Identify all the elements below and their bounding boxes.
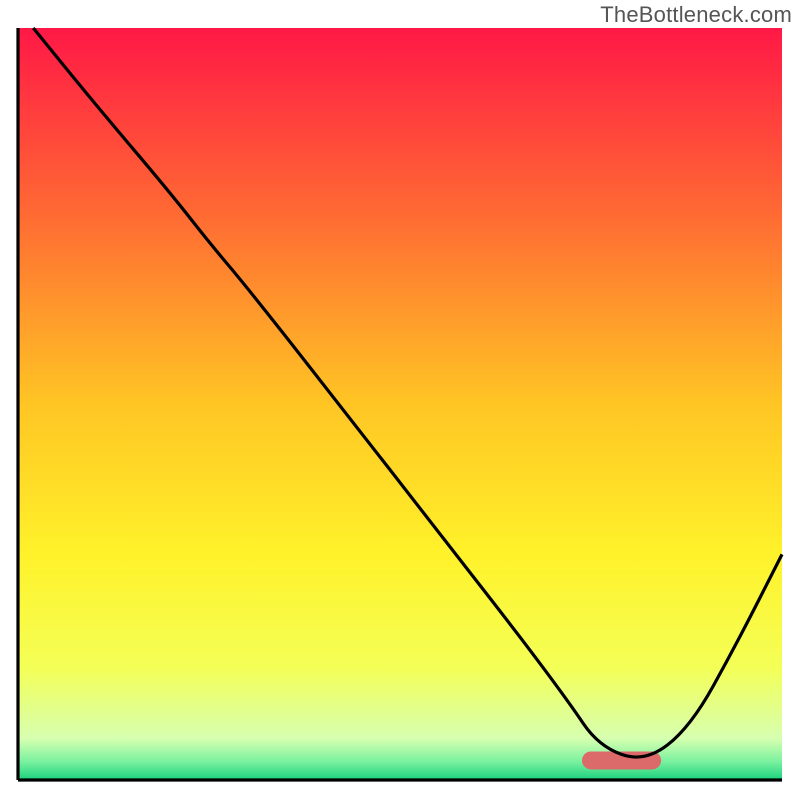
chart-container: { "attribution": "TheBottleneck.com", "c… (0, 0, 800, 800)
plot-background (18, 28, 782, 780)
plot-svg (0, 0, 800, 800)
